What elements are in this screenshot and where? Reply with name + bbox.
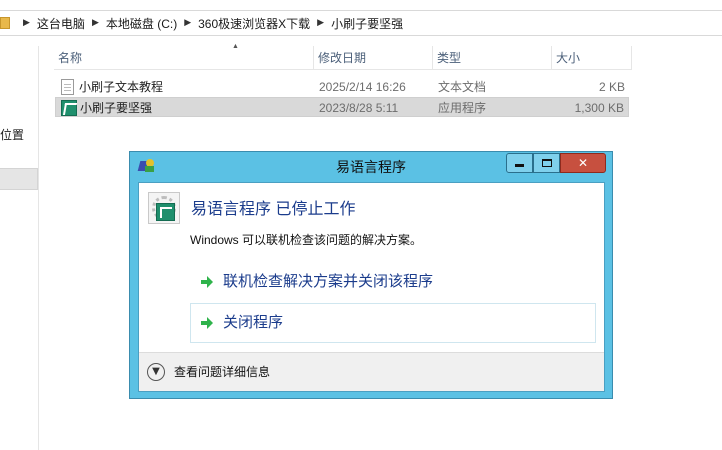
column-type[interactable]: 类型 [433,46,552,70]
view-problem-details-link[interactable]: 查看问题详细信息 [174,353,270,392]
app-icon [61,100,77,116]
file-name: 小刷子要坚强 [80,101,153,115]
error-dialog: 易语言程序 ✕ 易语言程序 已停止工作 Windows 可以联机检查该问题的解决… [129,151,613,399]
file-row[interactable]: 小刷子文本教程 2025/2/14 16:26 文本文档 2 KB [55,77,629,97]
chevron-right-icon[interactable]: ▶ [23,18,30,28]
command-label: 联机检查解决方案并关闭该程序 [223,273,434,290]
navigation-pane: 位置 [0,46,39,450]
column-modified[interactable]: 修改日期 [314,46,433,70]
file-name: 小刷子文本教程 [79,80,164,94]
file-modified: 2023/8/28 5:11 [319,101,399,115]
green-arrow-icon [201,276,213,288]
column-name[interactable]: 名称 [54,46,314,70]
close-program-button[interactable]: 关闭程序 [190,303,596,343]
error-description: Windows 可以联机检查该问题的解决方案。 [190,233,423,247]
column-header: ▲ 名称 修改日期 类型 大小 [54,43,632,70]
dialog-content: 易语言程序 已停止工作 Windows 可以联机检查该问题的解决方案。 联机检查… [138,182,605,392]
green-arrow-icon [201,317,213,329]
maximize-button[interactable] [533,153,560,173]
program-error-icon [148,192,180,224]
file-type: 应用程序 [438,101,487,115]
nav-item-selected[interactable] [0,168,38,190]
chevron-right-icon[interactable]: ▶ [184,18,191,28]
nav-item-partial[interactable]: 位置 [0,126,24,143]
maximize-icon [541,159,552,167]
column-size[interactable]: 大小 [552,46,632,70]
breadcrumb-local-disk[interactable]: 本地磁盘 (C:) [106,15,177,32]
dialog-footer: ▼ 查看问题详细信息 [139,352,604,391]
chevron-right-icon[interactable]: ▶ [317,18,324,28]
command-label: 关闭程序 [223,314,284,331]
error-heading: 易语言程序 已停止工作 [191,201,356,218]
breadcrumb-this-pc[interactable]: 这台电脑 [37,15,85,32]
file-modified: 2025/2/14 16:26 [319,80,406,94]
chevron-right-icon[interactable]: ▶ [92,18,99,28]
minimize-icon [515,164,524,167]
address-bar-area: ▶ 这台电脑 ▶ 本地磁盘 (C:) ▶ 360极速浏览器X下载 ▶ 小刷子要坚… [0,0,722,46]
close-button[interactable]: ✕ [560,153,606,173]
breadcrumb-download-folder[interactable]: 360极速浏览器X下载 [198,15,310,32]
chevron-down-icon[interactable]: ▼ [147,363,165,381]
minimize-button[interactable] [506,153,533,173]
dialog-title-bar[interactable]: 易语言程序 ✕ [130,152,612,182]
file-size: 2 KB [598,80,625,94]
file-size: 1,300 KB [574,101,624,115]
file-row-selected[interactable]: 小刷子要坚强 2023/8/28 5:11 应用程序 1,300 KB [55,97,629,117]
folder-icon [0,17,10,29]
text-file-icon [61,79,74,95]
address-bar[interactable]: ▶ 这台电脑 ▶ 本地磁盘 (C:) ▶ 360极速浏览器X下载 ▶ 小刷子要坚… [0,10,722,36]
file-type: 文本文档 [438,80,487,94]
check-online-and-close-button[interactable]: 联机检查解决方案并关闭该程序 [190,262,596,302]
close-icon: ✕ [577,156,589,170]
breadcrumb-current-folder[interactable]: 小刷子要坚强 [331,15,403,32]
